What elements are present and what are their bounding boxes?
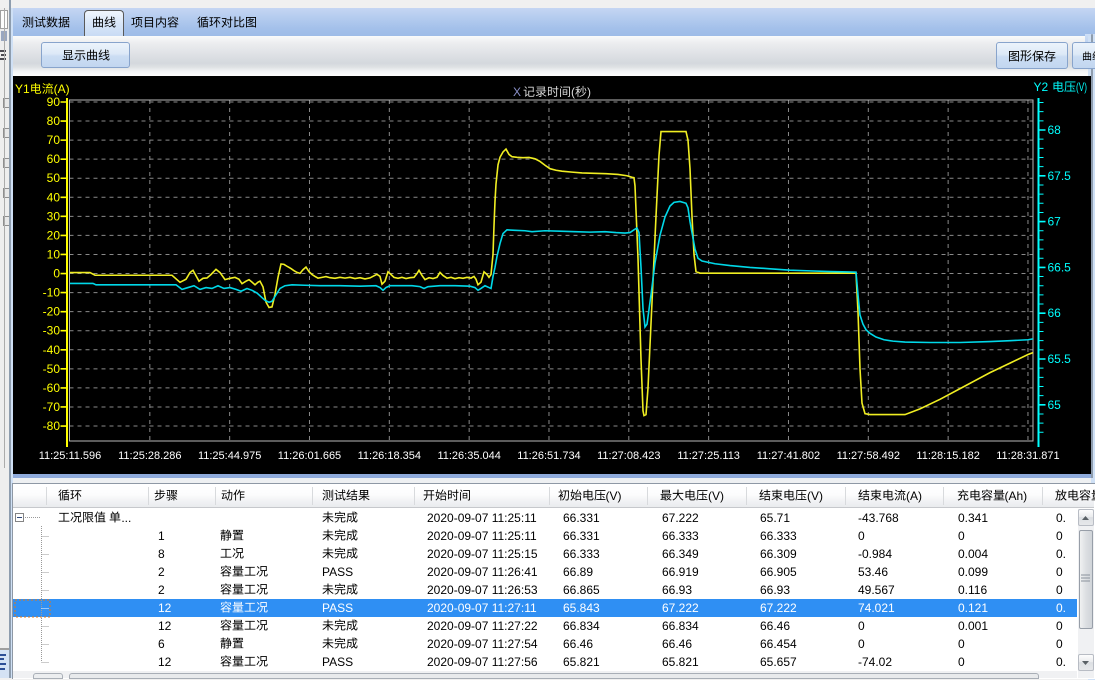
svg-text:Y2: Y2	[1034, 80, 1049, 94]
svg-text:11:26:01.665: 11:26:01.665	[278, 450, 341, 462]
svg-text:(: (	[571, 85, 575, 99]
svg-text:11:26:18.354: 11:26:18.354	[358, 450, 421, 462]
svg-text:67: 67	[1048, 215, 1062, 229]
svg-text:(V): (V)	[1076, 80, 1087, 94]
svg-text:11:26:35.044: 11:26:35.044	[437, 450, 500, 462]
svg-text:11:25:44.975: 11:25:44.975	[198, 450, 261, 462]
svg-text:11:27:58.492: 11:27:58.492	[837, 450, 900, 462]
svg-text:11:28:15.182: 11:28:15.182	[916, 450, 979, 462]
svg-text:X: X	[513, 85, 521, 99]
svg-text:11:25:28.286: 11:25:28.286	[118, 450, 181, 462]
svg-text:11:26:51.734: 11:26:51.734	[517, 450, 580, 462]
svg-text:): )	[587, 85, 591, 99]
svg-text:11:27:41.802: 11:27:41.802	[757, 450, 820, 462]
svg-text:11:28:31.871: 11:28:31.871	[996, 450, 1059, 462]
svg-text:11:27:08.423: 11:27:08.423	[597, 450, 660, 462]
svg-text:65.5: 65.5	[1048, 352, 1072, 366]
svg-text:66: 66	[1048, 306, 1062, 320]
svg-text:66.5: 66.5	[1048, 260, 1072, 274]
svg-text:67.5: 67.5	[1048, 169, 1072, 183]
svg-text:11:27:25.113: 11:27:25.113	[677, 450, 740, 462]
svg-text:68: 68	[1048, 123, 1062, 137]
svg-text:65: 65	[1048, 398, 1062, 412]
